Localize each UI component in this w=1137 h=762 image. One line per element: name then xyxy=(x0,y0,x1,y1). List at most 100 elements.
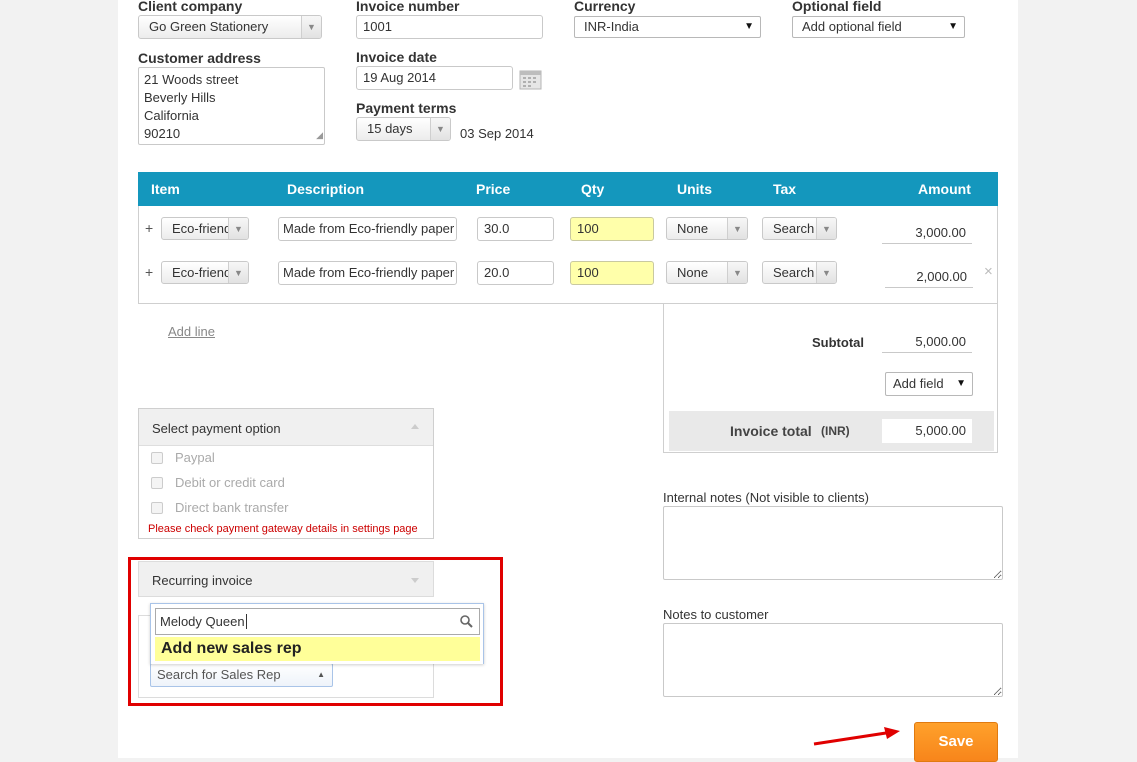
payment-options-title: Select payment option xyxy=(152,421,281,436)
internal-notes-label: Internal notes (Not visible to clients) xyxy=(663,490,869,505)
customer-address-field[interactable]: 21 Woods street Beverly Hills California… xyxy=(138,67,325,145)
payment-terms-label: Payment terms xyxy=(356,100,457,116)
client-company-select[interactable]: Go Green Stationery ▼ xyxy=(138,15,322,39)
calendar-icon[interactable] xyxy=(519,68,542,90)
invoice-number-label: Invoice number xyxy=(356,0,460,14)
items-table-header: Item Description Price Qty Units Tax Amo… xyxy=(138,172,998,206)
column-header-description: Description xyxy=(287,181,365,197)
caret-down-icon: ▼ xyxy=(956,378,966,389)
table-row: + Eco-friend ▼ Made from Eco-friendly pa… xyxy=(139,260,997,290)
payment-warning-text: Please check payment gateway details in … xyxy=(148,523,418,535)
column-header-qty: Qty xyxy=(581,181,605,197)
chevron-down-icon: ▼ xyxy=(816,262,836,283)
qty-input[interactable]: 100 xyxy=(570,217,654,241)
chevron-down-icon: ▼ xyxy=(228,218,248,239)
payment-option-paypal[interactable]: Paypal xyxy=(151,450,215,465)
payment-option-label: Paypal xyxy=(175,450,215,465)
amount-field[interactable]: 2,000.00 xyxy=(885,266,973,288)
invoice-total-value: 5,000.00 xyxy=(882,419,972,443)
add-field-select[interactable]: Add field ▼ xyxy=(885,372,973,396)
item-select[interactable]: Eco-friend ▼ xyxy=(161,261,249,284)
payment-options-header[interactable]: Select payment option xyxy=(139,409,433,446)
item-select[interactable]: Eco-friend ▼ xyxy=(161,217,249,240)
invoice-total-currency: (INR) xyxy=(821,424,850,438)
checkbox-icon[interactable] xyxy=(151,502,163,514)
remove-row-icon[interactable]: × xyxy=(984,263,993,280)
add-field-value: Add field xyxy=(893,376,944,391)
tax-select[interactable]: Search ▼ xyxy=(762,217,837,240)
chevron-down-icon: ▼ xyxy=(727,218,747,239)
checkbox-icon[interactable] xyxy=(151,477,163,489)
add-line-link[interactable]: Add line xyxy=(168,324,215,339)
description-input[interactable]: Made from Eco-friendly paper xyxy=(278,261,457,285)
units-value: None xyxy=(677,221,709,236)
address-line: Beverly Hills xyxy=(144,90,216,105)
item-value: Eco-friend xyxy=(172,265,232,280)
price-input[interactable]: 30.0 xyxy=(477,217,554,241)
chevron-down-icon: ▼ xyxy=(430,118,450,140)
address-line: 21 Woods street xyxy=(144,72,239,87)
due-date-text: 03 Sep 2014 xyxy=(460,126,534,141)
notes-to-customer-textarea[interactable] xyxy=(663,623,1003,697)
description-input[interactable]: Made from Eco-friendly paper xyxy=(278,217,457,241)
totals-panel: Subtotal 5,000.00 Add field ▼ Invoice to… xyxy=(663,304,998,453)
currency-value: INR-India xyxy=(584,19,639,34)
client-company-value: Go Green Stationery xyxy=(149,19,269,34)
invoice-total-label: Invoice total xyxy=(730,423,812,439)
invoice-form-page: Client company Go Green Stationery ▼ Cus… xyxy=(118,0,1018,762)
currency-select[interactable]: INR-India ▼ xyxy=(574,16,761,38)
caret-down-icon: ▼ xyxy=(948,21,958,32)
payment-options-panel: Select payment option Paypal Debit or cr… xyxy=(138,408,434,539)
chevron-down-icon: ▼ xyxy=(301,16,321,38)
address-line: California xyxy=(144,108,199,123)
invoice-date-label: Invoice date xyxy=(356,49,437,65)
address-line: 90210 xyxy=(144,126,181,141)
column-header-price: Price xyxy=(476,181,511,197)
item-value: Eco-friend xyxy=(172,221,232,236)
checkbox-icon[interactable] xyxy=(151,452,163,464)
add-row-button[interactable]: + xyxy=(145,220,153,236)
collapse-arrow-icon xyxy=(411,424,419,429)
payment-option-bank[interactable]: Direct bank transfer xyxy=(151,500,288,515)
payment-terms-value: 15 days xyxy=(367,121,413,136)
units-select[interactable]: None ▼ xyxy=(666,217,748,240)
resize-handle-icon[interactable]: ◢ xyxy=(316,126,323,144)
save-button[interactable]: Save xyxy=(914,722,998,762)
annotation-highlight-box xyxy=(128,557,503,706)
column-header-amount: Amount xyxy=(918,181,971,197)
notes-to-customer-label: Notes to customer xyxy=(663,607,769,622)
tax-select[interactable]: Search ▼ xyxy=(762,261,837,284)
tax-value: Search xyxy=(773,265,815,280)
optional-field-value: Add optional field xyxy=(802,19,902,34)
client-company-label: Client company xyxy=(138,0,243,14)
column-header-item: Item xyxy=(151,181,180,197)
payment-terms-select[interactable]: 15 days ▼ xyxy=(356,117,451,141)
amount-field[interactable]: 3,000.00 xyxy=(882,222,972,244)
subtotal-value: 5,000.00 xyxy=(882,331,972,353)
items-table-body: + Eco-friend ▼ Made from Eco-friendly pa… xyxy=(138,206,998,304)
units-value: None xyxy=(677,265,709,280)
customer-address-label: Customer address xyxy=(138,50,261,66)
invoice-total-row: Invoice total (INR) 5,000.00 xyxy=(669,411,994,451)
optional-field-select[interactable]: Add optional field ▼ xyxy=(792,16,965,38)
currency-label: Currency xyxy=(574,0,636,14)
chevron-down-icon: ▼ xyxy=(228,262,248,283)
payment-option-card[interactable]: Debit or credit card xyxy=(151,475,285,490)
add-row-button[interactable]: + xyxy=(145,264,153,280)
invoice-number-input[interactable]: 1001 xyxy=(356,15,543,39)
qty-input[interactable]: 100 xyxy=(570,261,654,285)
optional-field-label: Optional field xyxy=(792,0,882,14)
subtotal-label: Subtotal xyxy=(812,335,864,350)
internal-notes-textarea[interactable] xyxy=(663,506,1003,580)
tax-value: Search xyxy=(773,221,815,236)
table-row: + Eco-friend ▼ Made from Eco-friendly pa… xyxy=(139,216,997,246)
invoice-date-input[interactable]: 19 Aug 2014 xyxy=(356,66,513,90)
chevron-down-icon: ▼ xyxy=(727,262,747,283)
payment-option-label: Direct bank transfer xyxy=(175,500,289,515)
price-input[interactable]: 20.0 xyxy=(477,261,554,285)
annotation-arrow-icon xyxy=(813,727,900,746)
units-select[interactable]: None ▼ xyxy=(666,261,748,284)
column-header-tax: Tax xyxy=(773,181,797,197)
column-header-units: Units xyxy=(677,181,712,197)
chevron-down-icon: ▼ xyxy=(816,218,836,239)
